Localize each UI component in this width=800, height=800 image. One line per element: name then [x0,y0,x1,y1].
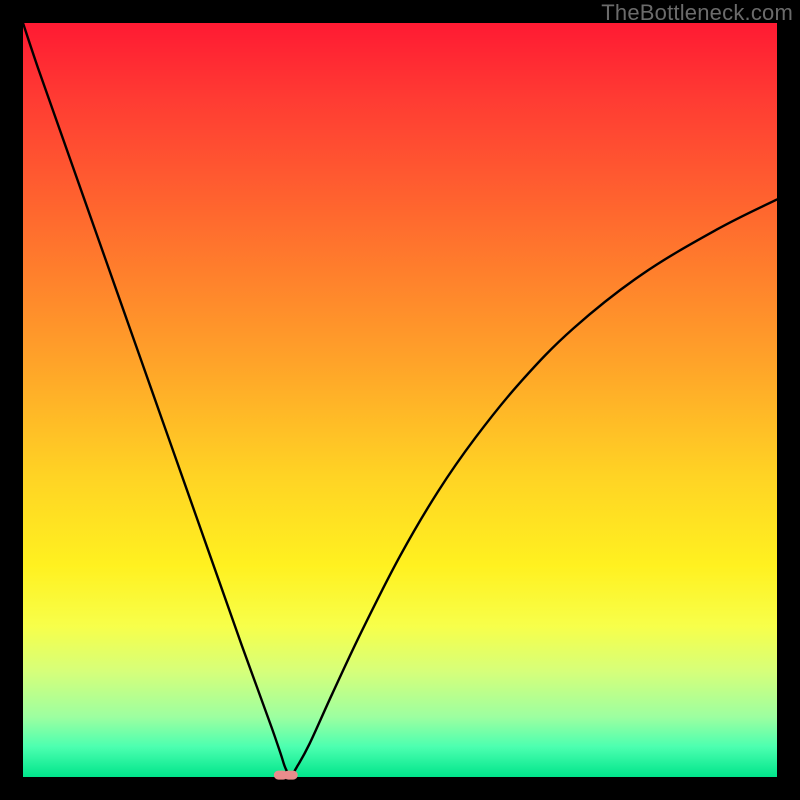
chart-frame [23,23,777,777]
dip-markers [274,771,298,780]
dip-marker-right [284,771,298,780]
bottleneck-curve [23,23,777,775]
chart-svg [23,23,777,777]
